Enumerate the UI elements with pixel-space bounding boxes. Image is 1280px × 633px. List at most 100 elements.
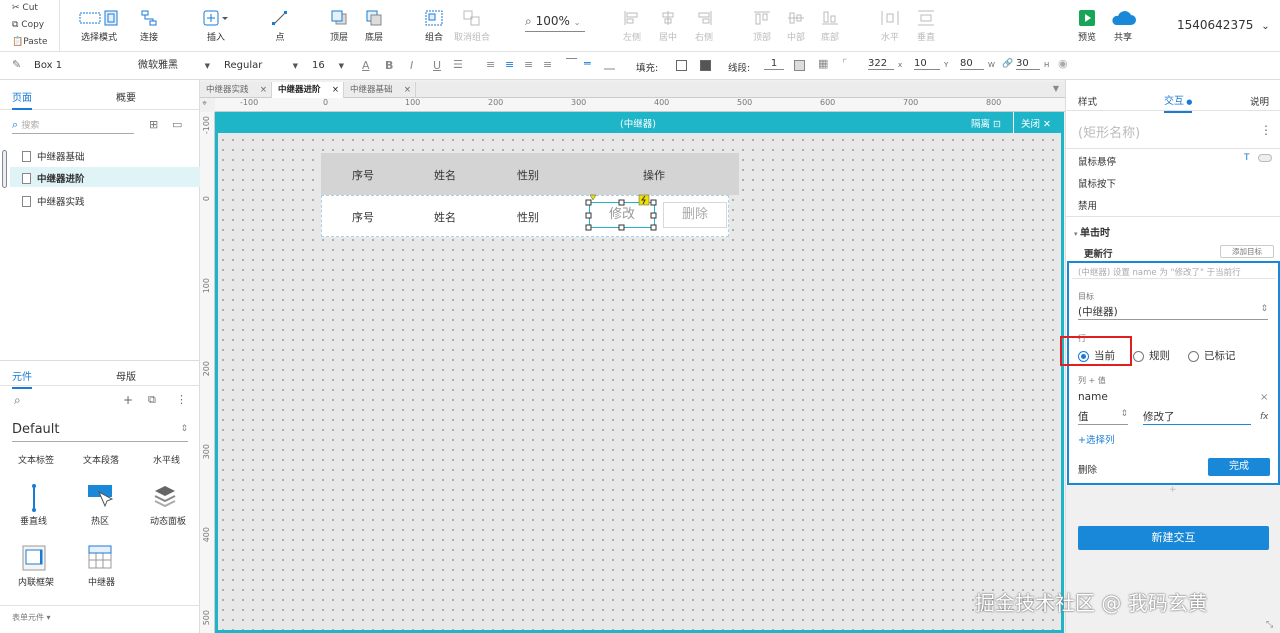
done-button[interactable]: 完成: [1208, 458, 1270, 476]
widget-horizontal-line[interactable]: 水平线: [153, 453, 180, 466]
fill-gradient-swatch[interactable]: [700, 60, 711, 71]
close-icon[interactable]: ×: [1260, 392, 1268, 403]
widget-dynamic-panel[interactable]: 动态面板: [150, 514, 186, 527]
isolate-button[interactable]: 隔离 ⊡: [971, 116, 1001, 130]
x-input[interactable]: 322: [868, 58, 894, 70]
point-button[interactable]: 点: [266, 10, 294, 43]
toggle-switch[interactable]: [1258, 154, 1272, 162]
widget-paragraph[interactable]: 文本段落: [83, 453, 119, 466]
doc-tab-active[interactable]: 中继器进阶 ×: [272, 82, 344, 98]
stroke-width-input[interactable]: 1: [764, 58, 784, 70]
tab-pages[interactable]: 页面: [12, 89, 32, 110]
select-mode-button[interactable]: 选择模式: [70, 10, 128, 43]
align-right-button[interactable]: 右侧: [690, 10, 718, 43]
account-menu[interactable]: 1540642375 ⌄: [1177, 18, 1270, 32]
width-input[interactable]: 80: [960, 58, 984, 70]
library-select[interactable]: Default ⇕: [12, 422, 188, 442]
tab-style[interactable]: 样式: [1078, 94, 1097, 108]
align-left-button[interactable]: 左侧: [618, 10, 646, 43]
page-search[interactable]: ⌕ 搜索: [12, 118, 134, 134]
paste-button[interactable]: 📋Paste: [0, 34, 59, 51]
delete-action-link[interactable]: 删除: [1078, 462, 1097, 476]
close-icon[interactable]: ×: [332, 82, 339, 98]
font-size-select[interactable]: 16 ▼: [308, 56, 348, 76]
row-option-marked[interactable]: 已标记: [1188, 348, 1236, 363]
action-update-row[interactable]: 更新行: [1084, 246, 1113, 260]
add-target-button[interactable]: 添加目标: [1220, 245, 1274, 258]
close-frame-button[interactable]: 关闭 ✕: [1021, 116, 1051, 130]
share-button[interactable]: 共享: [1108, 10, 1138, 43]
valign-top-icon[interactable]: ⎺: [566, 57, 577, 71]
form-widgets-section[interactable]: 表单元件 ▾: [12, 612, 51, 623]
valign-bottom-icon[interactable]: ⎽: [604, 57, 615, 71]
send-to-back-button[interactable]: 底层: [360, 10, 388, 43]
font-color-icon[interactable]: A: [362, 59, 370, 72]
page-item[interactable]: 中继器实践: [22, 194, 85, 208]
shape-name-input[interactable]: (矩形名称): [1078, 122, 1140, 141]
widget-text-label[interactable]: 文本标签: [18, 453, 54, 466]
doc-tab[interactable]: 中继器实践 ×: [200, 82, 272, 98]
tab-notes[interactable]: 说明: [1250, 94, 1269, 108]
distribute-horizontal-button[interactable]: 水平: [876, 10, 904, 43]
font-family-select[interactable]: 微软雅黑 ▼: [134, 56, 214, 76]
tab-widgets[interactable]: 元件: [12, 368, 32, 389]
widget-vertical-line[interactable]: 垂直线: [20, 514, 47, 527]
underline-icon[interactable]: U: [433, 59, 441, 72]
lock-ratio-icon[interactable]: 🔗: [1002, 59, 1013, 69]
add-action-icon[interactable]: +: [1169, 485, 1177, 495]
align-text-left-icon[interactable]: ≡: [486, 58, 495, 71]
page-scrollbar[interactable]: [2, 150, 7, 188]
element-name-field[interactable]: Box 1: [30, 56, 125, 76]
close-icon[interactable]: ×: [260, 82, 267, 98]
insert-button[interactable]: 插入: [198, 10, 234, 43]
corner-radius-icon[interactable]: ⌜: [842, 57, 847, 70]
event-click[interactable]: ▾ 单击时: [1074, 224, 1110, 239]
distribute-vertical-button[interactable]: 垂直: [912, 10, 940, 43]
valign-middle-icon[interactable]: ═: [584, 57, 591, 70]
state-pressed[interactable]: 鼠标按下: [1078, 176, 1116, 190]
widget-repeater[interactable]: 中继器: [88, 575, 115, 588]
align-bottom-button[interactable]: 底部: [816, 10, 844, 43]
visibility-icon[interactable]: ◉: [1058, 57, 1068, 70]
align-text-center-icon[interactable]: ≡: [505, 58, 514, 71]
align-center-button[interactable]: 居中: [654, 10, 682, 43]
delete-button[interactable]: 删除: [663, 202, 727, 228]
state-hover[interactable]: 鼠标悬停: [1078, 154, 1116, 168]
cut-button[interactable]: ✂ Cut: [0, 0, 59, 17]
function-icon[interactable]: fx: [1260, 412, 1269, 422]
value-input[interactable]: 修改了: [1143, 409, 1251, 425]
list-icon[interactable]: ☰: [453, 58, 463, 71]
tab-outline[interactable]: 概要: [116, 89, 136, 104]
connect-button[interactable]: 连接: [132, 10, 166, 43]
page-item-selected[interactable]: 中继器进阶: [22, 171, 85, 185]
row-option-rule[interactable]: 规则: [1133, 348, 1170, 363]
widget-hotspot[interactable]: 热区: [91, 514, 109, 527]
new-interaction-button[interactable]: 新建交互: [1078, 526, 1269, 550]
row-option-current[interactable]: 当前: [1078, 348, 1115, 363]
stroke-pattern-icon[interactable]: ▦: [818, 57, 828, 70]
value-type-select[interactable]: 值 ⇕: [1078, 409, 1128, 425]
search-input[interactable]: 搜索: [21, 121, 39, 131]
library-icon[interactable]: ⧉: [148, 393, 156, 407]
search-icon[interactable]: ⌕: [14, 393, 21, 408]
add-library-icon[interactable]: +: [123, 393, 133, 407]
page-item[interactable]: 中继器基础: [22, 149, 85, 163]
group-button[interactable]: 组合: [420, 10, 448, 43]
stroke-color-swatch[interactable]: [794, 60, 805, 71]
more-icon[interactable]: ⋮: [1260, 123, 1272, 137]
align-text-right-icon[interactable]: ≡: [524, 58, 533, 71]
more-icon[interactable]: ⋮: [176, 393, 187, 406]
italic-icon[interactable]: I: [410, 59, 413, 72]
bring-to-front-button[interactable]: 顶层: [325, 10, 353, 43]
align-middle-button[interactable]: 中部: [782, 10, 810, 43]
add-folder-icon[interactable]: ▭: [172, 118, 182, 131]
ungroup-button[interactable]: 取消组合: [452, 10, 492, 43]
tab-masters[interactable]: 母版: [116, 368, 136, 383]
tabs-menu-icon[interactable]: ▼: [1053, 84, 1059, 93]
selection-handles[interactable]: [583, 193, 663, 233]
add-column-link[interactable]: +选择列: [1078, 432, 1114, 446]
justify-text-icon[interactable]: ≡: [543, 58, 552, 71]
bold-icon[interactable]: B: [385, 59, 393, 72]
state-disabled[interactable]: 禁用: [1078, 198, 1097, 212]
widget-inline-frame[interactable]: 内联框架: [18, 575, 54, 588]
